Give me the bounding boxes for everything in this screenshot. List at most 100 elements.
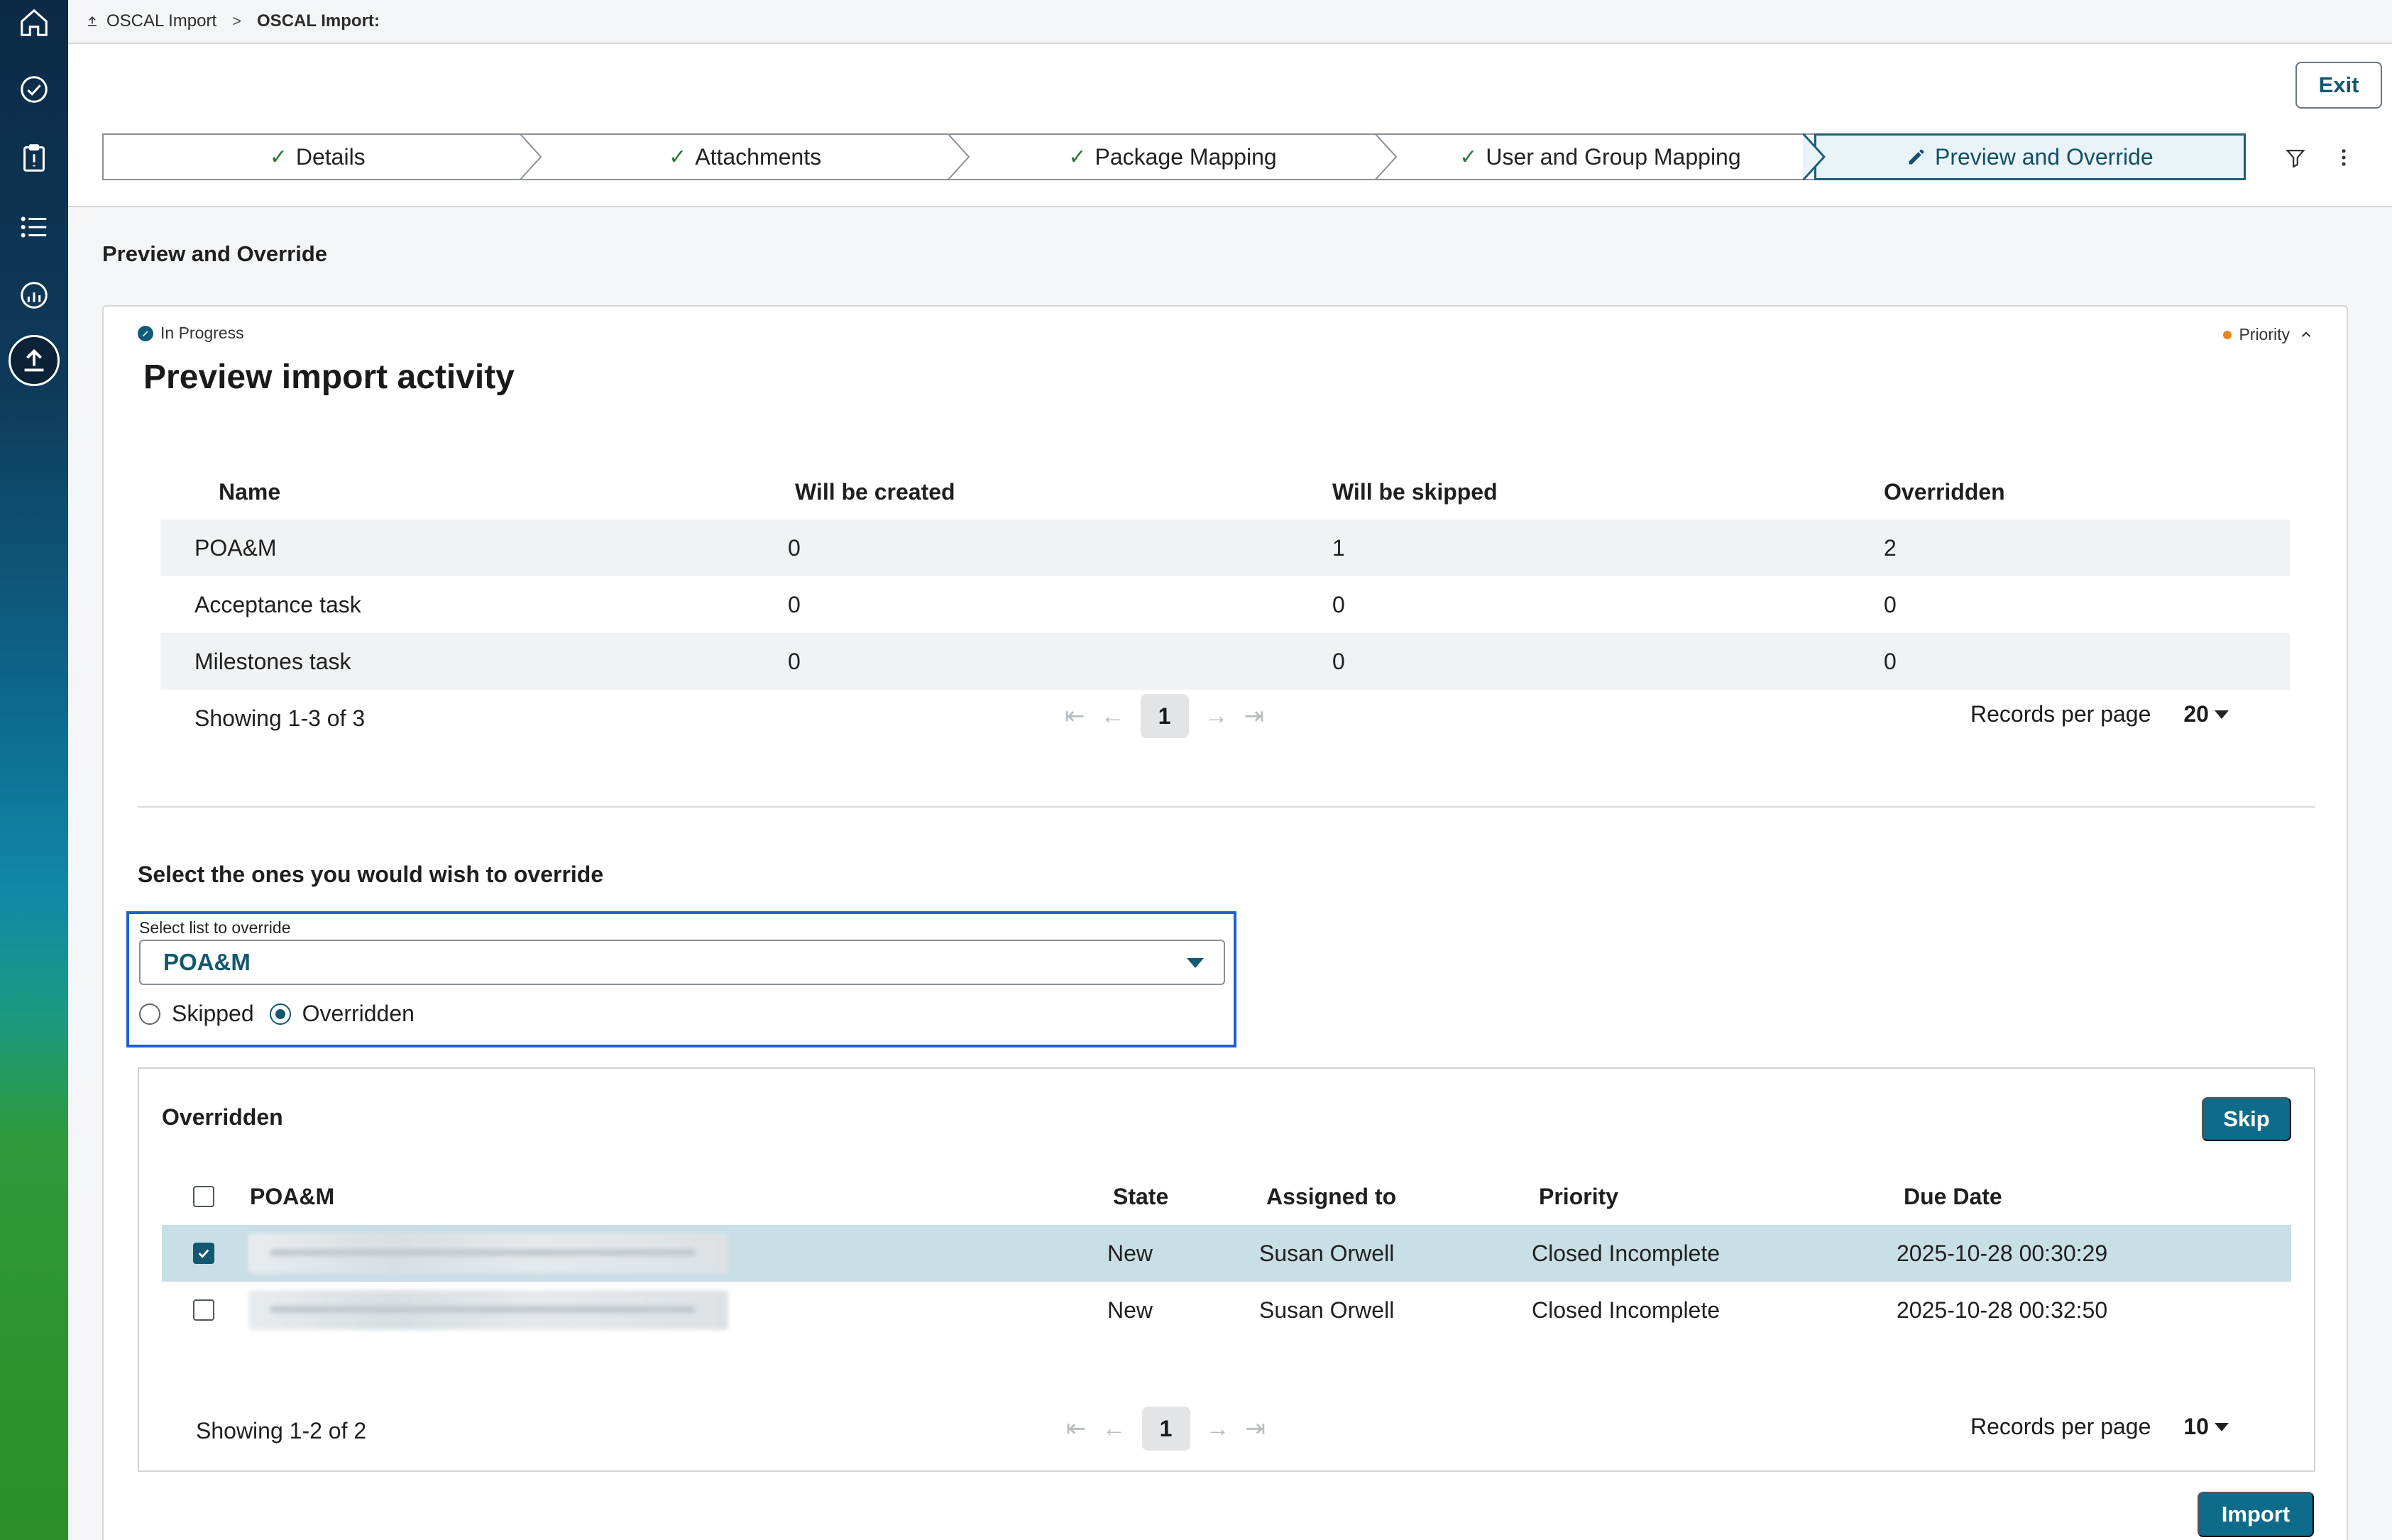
records-per-page-value: 10	[2183, 1414, 2209, 1439]
chevron-right-icon	[1375, 133, 1398, 180]
column-header-state[interactable]: State	[1113, 1184, 1168, 1210]
table-header-row: POA&M State Assigned to Priority Due Dat…	[162, 1168, 2291, 1225]
radio-circle-selected[interactable]	[269, 1003, 291, 1025]
check-circle-icon[interactable]	[13, 68, 55, 111]
records-per-page-select[interactable]: 10	[2183, 1414, 2229, 1440]
page-number-button[interactable]: 1	[1141, 1407, 1190, 1451]
status-badge: In Progress	[138, 324, 244, 343]
column-header-due-date[interactable]: Due Date	[1904, 1184, 2002, 1210]
cell-due-date: 2025-10-28 00:32:50	[1897, 1297, 2108, 1323]
cell-priority: Closed Incomplete	[1532, 1240, 1721, 1266]
upload-icon[interactable]	[9, 335, 60, 386]
cell-overridden: 0	[1884, 591, 1897, 617]
breadcrumb: OSCAL Import > OSCAL Import:	[68, 0, 2392, 44]
redacted-poam-name	[248, 1233, 728, 1273]
import-button[interactable]: Import	[2198, 1492, 2314, 1537]
overridden-records-per-page: Records per page 10	[1970, 1414, 2229, 1440]
breadcrumb-label: OSCAL Import	[106, 11, 217, 31]
override-heading: Select the ones you would wish to overri…	[138, 862, 604, 887]
row-checkbox-checked[interactable]	[193, 1243, 214, 1264]
summary-records-per-page: Records per page 20	[1970, 701, 2229, 727]
radio-label: Skipped	[172, 1001, 254, 1026]
column-header-skipped[interactable]: Will be skipped	[1332, 479, 1498, 505]
table-row[interactable]: New Susan Orwell Closed Incomplete 2025-…	[162, 1225, 2291, 1282]
step-package-mapping[interactable]: ✓ Package Mapping	[958, 133, 1398, 180]
radio-label: Overridden	[302, 1001, 415, 1026]
dashboard-gauge-icon[interactable]	[13, 274, 55, 317]
breadcrumb-item-oscal-import[interactable]: OSCAL Import	[85, 11, 216, 31]
wizard-header: Exit ✓ Details ✓ Attachments ✓ Package M…	[68, 44, 2392, 207]
next-page-icon[interactable]: →	[1206, 1415, 1230, 1443]
chevron-up-icon	[2301, 331, 2311, 337]
home-icon[interactable]	[13, 1, 55, 44]
first-page-icon[interactable]: ⇤	[1066, 1414, 1087, 1443]
cell-priority: Closed Incomplete	[1532, 1297, 1721, 1323]
column-header-overridden[interactable]: Overridden	[1884, 479, 2005, 505]
priority-toggle[interactable]: Priority	[2223, 325, 2315, 344]
exit-button[interactable]: Exit	[2295, 62, 2382, 109]
cell-skipped: 1	[1332, 534, 1345, 561]
overridden-pagination: ⇤ ← 1 → ⇥	[1066, 1407, 1266, 1451]
select-value: POA&M	[163, 949, 251, 975]
chevron-right-icon	[520, 133, 542, 180]
summary-showing-count: Showing 1-3 of 3	[194, 705, 366, 731]
radio-skipped[interactable]: Skipped	[139, 1001, 254, 1027]
page-number-button[interactable]: 1	[1140, 694, 1189, 738]
column-header-created[interactable]: Will be created	[795, 479, 955, 505]
step-preview-override[interactable]: Preview and Override	[1814, 133, 2246, 180]
override-radio-group: Skipped Overridden	[139, 1001, 415, 1027]
prev-page-icon[interactable]: ←	[1101, 703, 1125, 730]
last-page-icon[interactable]: ⇥	[1244, 702, 1265, 730]
cell-assigned: Susan Orwell	[1259, 1297, 1395, 1323]
cell-name: Acceptance task	[194, 591, 361, 617]
table-header-row: Name Will be created Will be skipped Ove…	[160, 464, 2290, 519]
records-per-page-select[interactable]: 20	[2183, 701, 2229, 727]
clipboard-icon[interactable]	[13, 137, 55, 180]
radio-circle[interactable]	[139, 1003, 160, 1025]
row-checkbox[interactable]	[193, 1299, 214, 1321]
column-header-name[interactable]: Name	[219, 479, 280, 505]
overridden-table: POA&M State Assigned to Priority Due Dat…	[162, 1168, 2291, 1338]
records-per-page-value: 20	[2183, 701, 2209, 727]
table-row: Acceptance task 0 0 0	[160, 576, 2290, 633]
table-row: Milestones task 0 0 0	[160, 633, 2290, 690]
table-row[interactable]: New Susan Orwell Closed Incomplete 2025-…	[162, 1282, 2291, 1338]
last-page-icon[interactable]: ⇥	[1246, 1414, 1266, 1443]
breadcrumb-item-current: OSCAL Import:	[257, 11, 380, 31]
chevron-right-icon	[947, 133, 970, 180]
more-vertical-icon[interactable]	[2330, 143, 2358, 172]
column-header-poam[interactable]: POA&M	[250, 1184, 334, 1210]
select-list-label: Select list to override	[139, 918, 291, 937]
radio-overridden[interactable]: Overridden	[269, 1001, 415, 1027]
step-label: Attachments	[695, 143, 822, 170]
card-title: Preview import activity	[143, 358, 515, 396]
next-page-icon[interactable]: →	[1205, 703, 1229, 730]
step-label: Package Mapping	[1094, 143, 1277, 170]
page-title: Preview and Override	[102, 241, 328, 266]
column-header-assigned[interactable]: Assigned to	[1266, 1184, 1396, 1210]
cell-overridden: 0	[1884, 648, 1897, 674]
skip-button[interactable]: Skip	[2202, 1097, 2291, 1141]
step-attachments[interactable]: ✓ Attachments	[531, 133, 970, 180]
cell-name: POA&M	[194, 534, 277, 561]
summary-table: Name Will be created Will be skipped Ove…	[160, 464, 2290, 690]
select-all-checkbox[interactable]	[193, 1186, 214, 1207]
override-list-select[interactable]: POA&M	[139, 940, 1225, 985]
left-nav-rail	[0, 0, 68, 1540]
panel-title: Overridden	[162, 1104, 283, 1130]
step-label: Preview and Override	[1934, 143, 2154, 170]
list-icon[interactable]	[13, 206, 55, 248]
prev-page-icon[interactable]: ←	[1102, 1415, 1126, 1443]
filter-icon[interactable]	[2281, 143, 2310, 172]
overridden-showing-count: Showing 1-2 of 2	[196, 1417, 367, 1443]
cell-overridden: 2	[1884, 534, 1897, 561]
step-user-group-mapping[interactable]: ✓ User and Group Mapping	[1386, 133, 1826, 180]
cell-created: 0	[788, 591, 801, 617]
step-label: User and Group Mapping	[1486, 143, 1741, 170]
step-details[interactable]: ✓ Details	[102, 133, 542, 180]
step-label: Details	[295, 143, 366, 170]
column-header-priority[interactable]: Priority	[1539, 1184, 1618, 1210]
check-icon: ✓	[669, 145, 687, 169]
summary-pagination: ⇤ ← 1 → ⇥	[1065, 694, 1264, 738]
first-page-icon[interactable]: ⇤	[1065, 702, 1085, 730]
